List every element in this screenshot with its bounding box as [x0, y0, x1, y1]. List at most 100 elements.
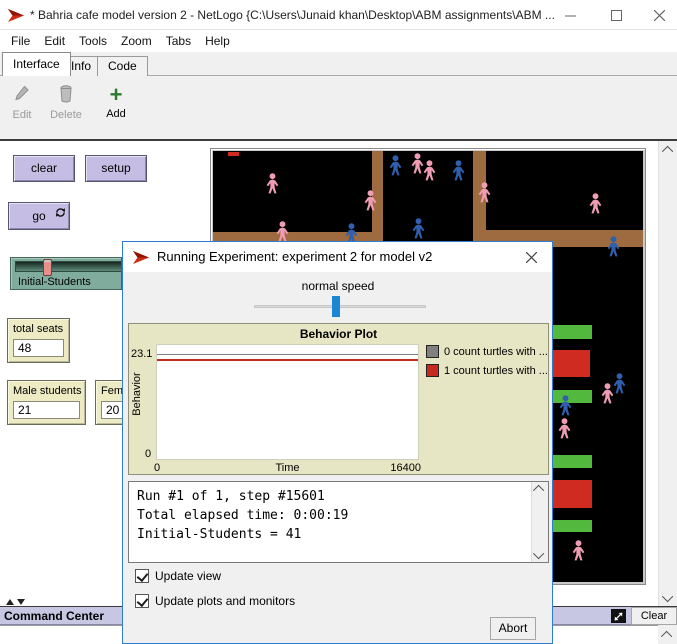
initial-students-slider[interactable]: Initial-Students — [10, 257, 122, 290]
command-center-expand-icon[interactable] — [611, 609, 626, 623]
scroll-up-icon[interactable] — [532, 482, 548, 496]
slider-groove — [15, 261, 122, 272]
menu-tools[interactable]: Tools — [72, 30, 114, 52]
monitor-label: Male students — [8, 381, 85, 397]
plot-series-line — [157, 359, 418, 361]
update-plots-checkbox[interactable] — [135, 594, 149, 608]
scroll-down-icon[interactable] — [532, 548, 548, 562]
male-students-monitor: Male students 21 — [7, 380, 86, 425]
pink-person-agent — [265, 173, 280, 197]
legend-label: 0 count turtles with ... — [444, 346, 548, 358]
pink-person-agent — [557, 418, 572, 442]
plot-title: Behavior Plot — [129, 327, 548, 341]
update-view-row: Update view — [135, 569, 221, 583]
splitter-down-icon[interactable] — [17, 599, 25, 605]
plot-area — [156, 344, 419, 460]
dialog-close-icon[interactable] — [516, 242, 546, 272]
blue-person-agent — [451, 160, 466, 184]
close-button[interactable] — [641, 0, 677, 30]
netlogo-logo-icon — [8, 8, 25, 26]
legend-swatch-gray — [426, 345, 439, 358]
plot-xtick-max: 16400 — [379, 462, 421, 474]
tab-strip: Interface Info Code — [0, 52, 677, 76]
pencil-icon — [14, 85, 30, 103]
output-line: Run #1 of 1, step #15601 — [137, 487, 540, 506]
red-seat — [228, 152, 239, 156]
clear-button[interactable]: clear — [13, 155, 75, 182]
netlogo-window: * Bahria cafe model version 2 - NetLogo … — [0, 0, 677, 644]
add-tool-button[interactable]: + Add — [96, 85, 136, 120]
menu-bar: File Edit Tools Zoom Tabs Help — [0, 30, 677, 52]
go-button[interactable]: go — [8, 202, 70, 230]
blue-person-agent — [606, 236, 621, 260]
command-center-splitter[interactable] — [6, 598, 36, 606]
monitor-label: total seats — [8, 319, 69, 335]
maximize-button[interactable] — [598, 0, 634, 30]
edit-tool-label: Edit — [2, 109, 42, 121]
dialog-title-bar: Running Experiment: experiment 2 for mod… — [123, 242, 552, 272]
experiment-output[interactable]: Run #1 of 1, step #15601 Total elapsed t… — [128, 481, 549, 563]
output-scrollbar[interactable] — [531, 482, 548, 562]
tab-code[interactable]: Code — [97, 56, 148, 76]
forever-icon — [55, 201, 66, 227]
dialog-speed-thumb[interactable] — [332, 296, 340, 317]
menu-edit[interactable]: Edit — [37, 30, 72, 52]
tab-interface[interactable]: Interface — [2, 52, 71, 76]
pink-person-agent — [422, 160, 437, 184]
pink-person-agent — [477, 182, 492, 206]
add-tool-label: Add — [96, 108, 136, 120]
menu-help[interactable]: Help — [198, 30, 237, 52]
edit-tool-button[interactable]: Edit — [2, 85, 42, 121]
scroll-up-icon[interactable] — [659, 141, 677, 158]
plot-legend: 0 count turtles with ... 1 count turtles… — [426, 345, 548, 383]
splitter-up-icon[interactable] — [6, 599, 14, 605]
blue-person-agent — [411, 218, 426, 242]
monitor-value: 21 — [13, 401, 80, 419]
plot-ylabel: Behavior — [131, 354, 143, 434]
output-line: Total elapsed time: 0:00:19 — [137, 506, 540, 525]
delete-tool-label: Delete — [46, 109, 86, 121]
menu-tabs[interactable]: Tabs — [159, 30, 198, 52]
pink-person-agent — [588, 193, 603, 217]
slider-label: Initial-Students — [18, 276, 91, 288]
netlogo-logo-icon — [133, 250, 150, 268]
minimize-button[interactable] — [552, 0, 588, 30]
main-vertical-scrollbar[interactable] — [658, 141, 677, 606]
plot-ytick-max: 23.1 — [131, 348, 152, 360]
delete-tool-button[interactable]: Delete — [46, 85, 86, 121]
toolbar: Edit Delete + Add abc Button normal spee… — [0, 76, 677, 141]
dialog-title: Running Experiment: experiment 2 for mod… — [157, 242, 432, 272]
output-line: Initial-Students = 41 — [137, 525, 540, 544]
command-center-scroll-up-icon[interactable] — [658, 625, 677, 644]
menu-zoom[interactable]: Zoom — [114, 30, 159, 52]
update-view-label: Update view — [155, 569, 221, 583]
plot-ytick-min: 0 — [145, 448, 151, 460]
pink-person-agent — [600, 383, 615, 407]
scroll-down-icon[interactable] — [659, 589, 677, 606]
legend-swatch-red — [426, 364, 439, 377]
update-view-checkbox[interactable] — [135, 569, 149, 583]
legend-label: 1 count turtles with ... — [444, 365, 548, 377]
title-bar: * Bahria cafe model version 2 - NetLogo … — [0, 0, 677, 30]
window-title: * Bahria cafe model version 2 - NetLogo … — [30, 0, 555, 30]
blue-person-agent — [388, 155, 403, 179]
command-center-title: Command Center — [4, 607, 104, 625]
command-center-clear-button[interactable]: Clear — [631, 607, 677, 625]
dialog-speed-label: normal speed — [253, 279, 423, 293]
blue-person-agent — [558, 395, 573, 419]
abort-button[interactable]: Abort — [490, 617, 536, 640]
update-plots-row: Update plots and monitors — [135, 594, 295, 608]
pink-person-agent — [571, 540, 586, 564]
setup-button[interactable]: setup — [85, 155, 147, 182]
running-experiment-dialog: Running Experiment: experiment 2 for mod… — [122, 241, 553, 644]
total-seats-monitor: total seats 48 — [7, 318, 70, 363]
behavior-plot: Behavior Plot Behavior 23.1 0 0 Time 164… — [128, 323, 549, 475]
dialog-speed-track[interactable] — [254, 305, 426, 308]
trash-icon — [59, 85, 73, 103]
plot-series-line — [157, 354, 418, 356]
plus-icon: + — [96, 85, 136, 105]
go-button-label: go — [32, 209, 45, 223]
slider-handle[interactable] — [43, 259, 52, 276]
legend-entry: 0 count turtles with ... — [426, 345, 548, 358]
menu-file[interactable]: File — [4, 30, 37, 52]
